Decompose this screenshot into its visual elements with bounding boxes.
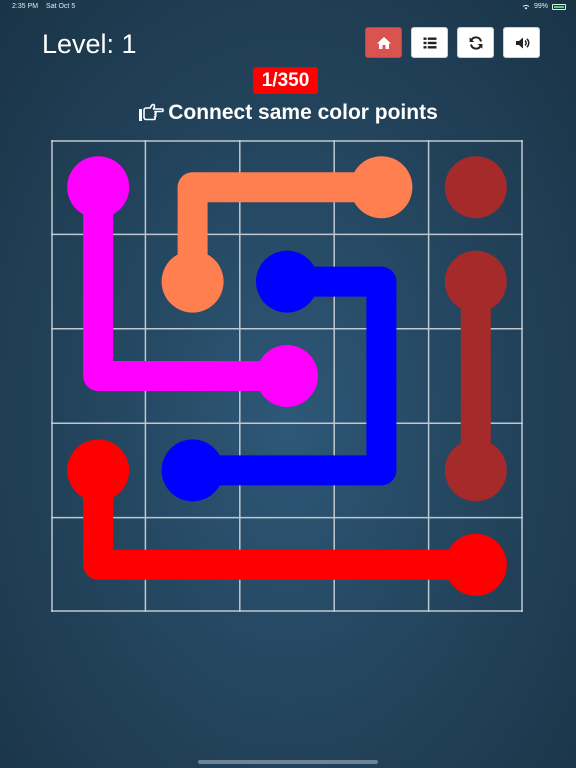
levels-list-button[interactable] <box>411 27 448 58</box>
endpoint-dot-magenta[interactable] <box>67 156 130 219</box>
endpoint-dot-dark-red[interactable] <box>444 250 507 313</box>
instruction-text: Connect same color points <box>168 101 438 124</box>
endpoint-dot-magenta[interactable] <box>256 345 318 407</box>
pointing-hand-icon <box>139 103 165 121</box>
level-progress-badge: 1/350 <box>253 67 318 94</box>
list-icon <box>423 37 436 48</box>
wifi-icon <box>522 4 530 9</box>
refresh-icon <box>469 35 482 50</box>
status-right: 99% <box>522 3 566 10</box>
status-time: 2:35 PM <box>12 3 39 10</box>
endpoint-dot-blue[interactable] <box>256 250 318 313</box>
restart-button[interactable] <box>457 27 494 58</box>
endpoint-dot-orange[interactable] <box>161 250 224 313</box>
endpoint-dot-dark-red[interactable] <box>444 439 507 502</box>
status-date: Sat Oct 5 <box>46 3 76 10</box>
home-icon <box>376 36 391 49</box>
speaker-icon <box>515 37 529 48</box>
game-board[interactable] <box>51 140 523 612</box>
instruction: Connect same color points <box>0 100 576 126</box>
endpoint-dot-blue[interactable] <box>161 439 224 502</box>
sound-button[interactable] <box>503 27 540 58</box>
battery-percent: 99% <box>533 3 548 10</box>
endpoint-dot-orange[interactable] <box>350 156 413 219</box>
battery-icon <box>552 3 566 10</box>
level-title: Level: 1 <box>42 29 137 59</box>
home-button[interactable] <box>365 27 402 58</box>
endpoint-dot-red[interactable] <box>67 439 130 502</box>
status-left: 2:35 PM Sat Oct 5 <box>12 3 81 10</box>
toolbar <box>365 27 540 58</box>
endpoint-dot-red[interactable] <box>444 533 507 596</box>
home-indicator <box>198 760 378 764</box>
endpoint-dot-dark-red[interactable] <box>444 156 507 219</box>
status-bar: 2:35 PM Sat Oct 5 99% <box>0 0 576 14</box>
